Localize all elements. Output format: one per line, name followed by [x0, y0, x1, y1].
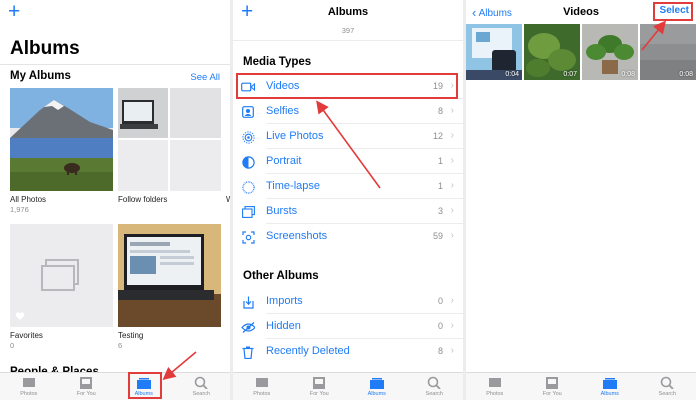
annotation-arrows [162, 20, 667, 381]
arrow-to-albums-tab [162, 351, 197, 381]
screenshot-stage: + Albums My Albums See All All Photos 1,… [0, 0, 696, 400]
arrow-to-select-button [641, 20, 667, 51]
arrow-to-videos-row [316, 100, 381, 189]
